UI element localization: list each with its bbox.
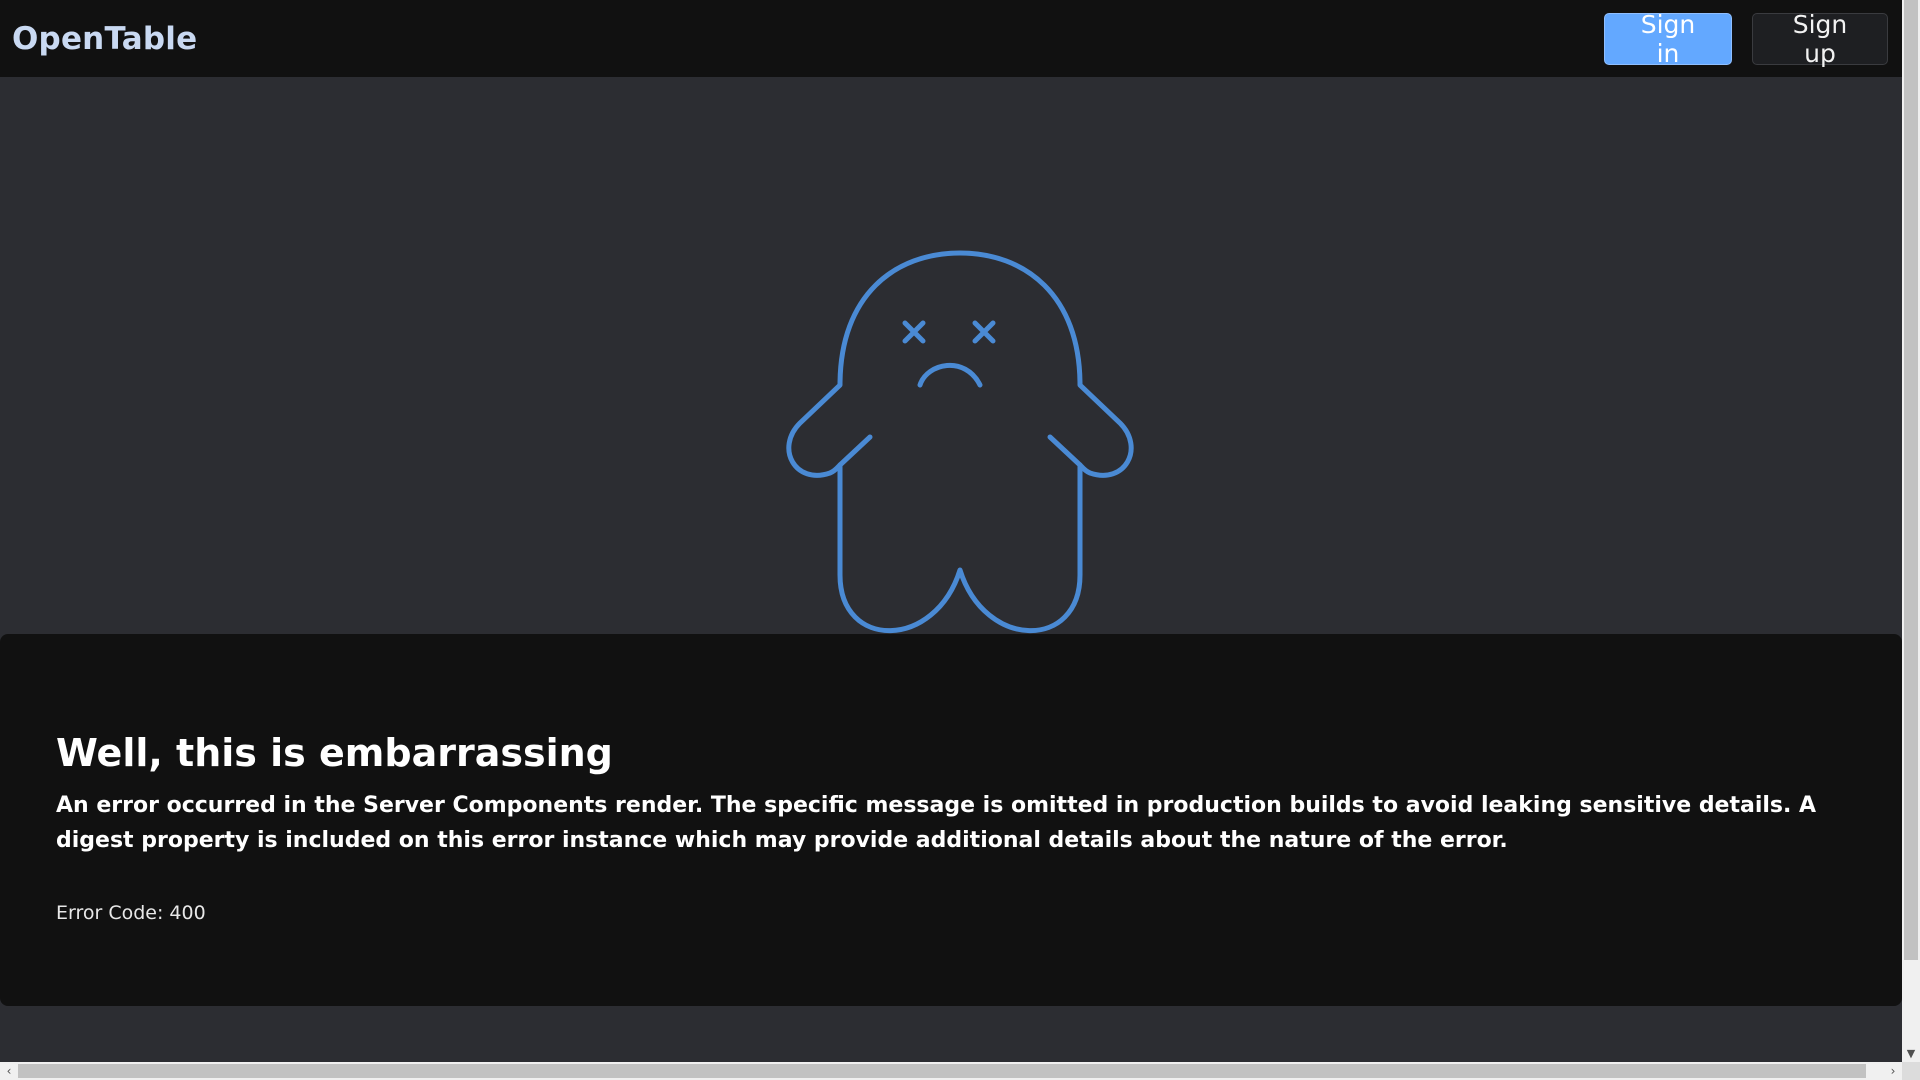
horizontal-scrollbar-thumb[interactable] <box>18 1064 1866 1078</box>
opentable-logo[interactable]: OpenTable <box>12 21 197 57</box>
vertical-scrollbar-thumb[interactable] <box>1904 0 1918 960</box>
error-panel: Well, this is embarrassing An error occu… <box>0 634 1902 1006</box>
auth-actions: Sign in Sign up <box>1604 10 1888 68</box>
error-code: Error Code: 400 <box>56 901 206 924</box>
top-navbar: OpenTable Sign in Sign up <box>0 0 1902 77</box>
scroll-right-arrow-icon[interactable]: › <box>1884 1062 1902 1080</box>
page-viewport: OpenTable Sign in Sign up Well, this is … <box>0 0 1902 1062</box>
vertical-scrollbar[interactable]: ▼ <box>1902 0 1920 1062</box>
horizontal-scrollbar[interactable]: ‹ › <box>0 1062 1902 1080</box>
error-title: Well, this is embarrassing <box>56 731 613 775</box>
scrollbar-corner <box>1902 1062 1920 1080</box>
scroll-left-arrow-icon[interactable]: ‹ <box>0 1062 18 1080</box>
sign-up-button[interactable]: Sign up <box>1752 10 1888 68</box>
scroll-down-arrow-icon[interactable]: ▼ <box>1902 1047 1920 1060</box>
sign-in-button[interactable]: Sign in <box>1604 10 1732 68</box>
error-message: An error occurred in the Server Componen… <box>56 792 1817 853</box>
sad-ghost-icon <box>786 250 1134 634</box>
error-illustration <box>0 77 1902 634</box>
